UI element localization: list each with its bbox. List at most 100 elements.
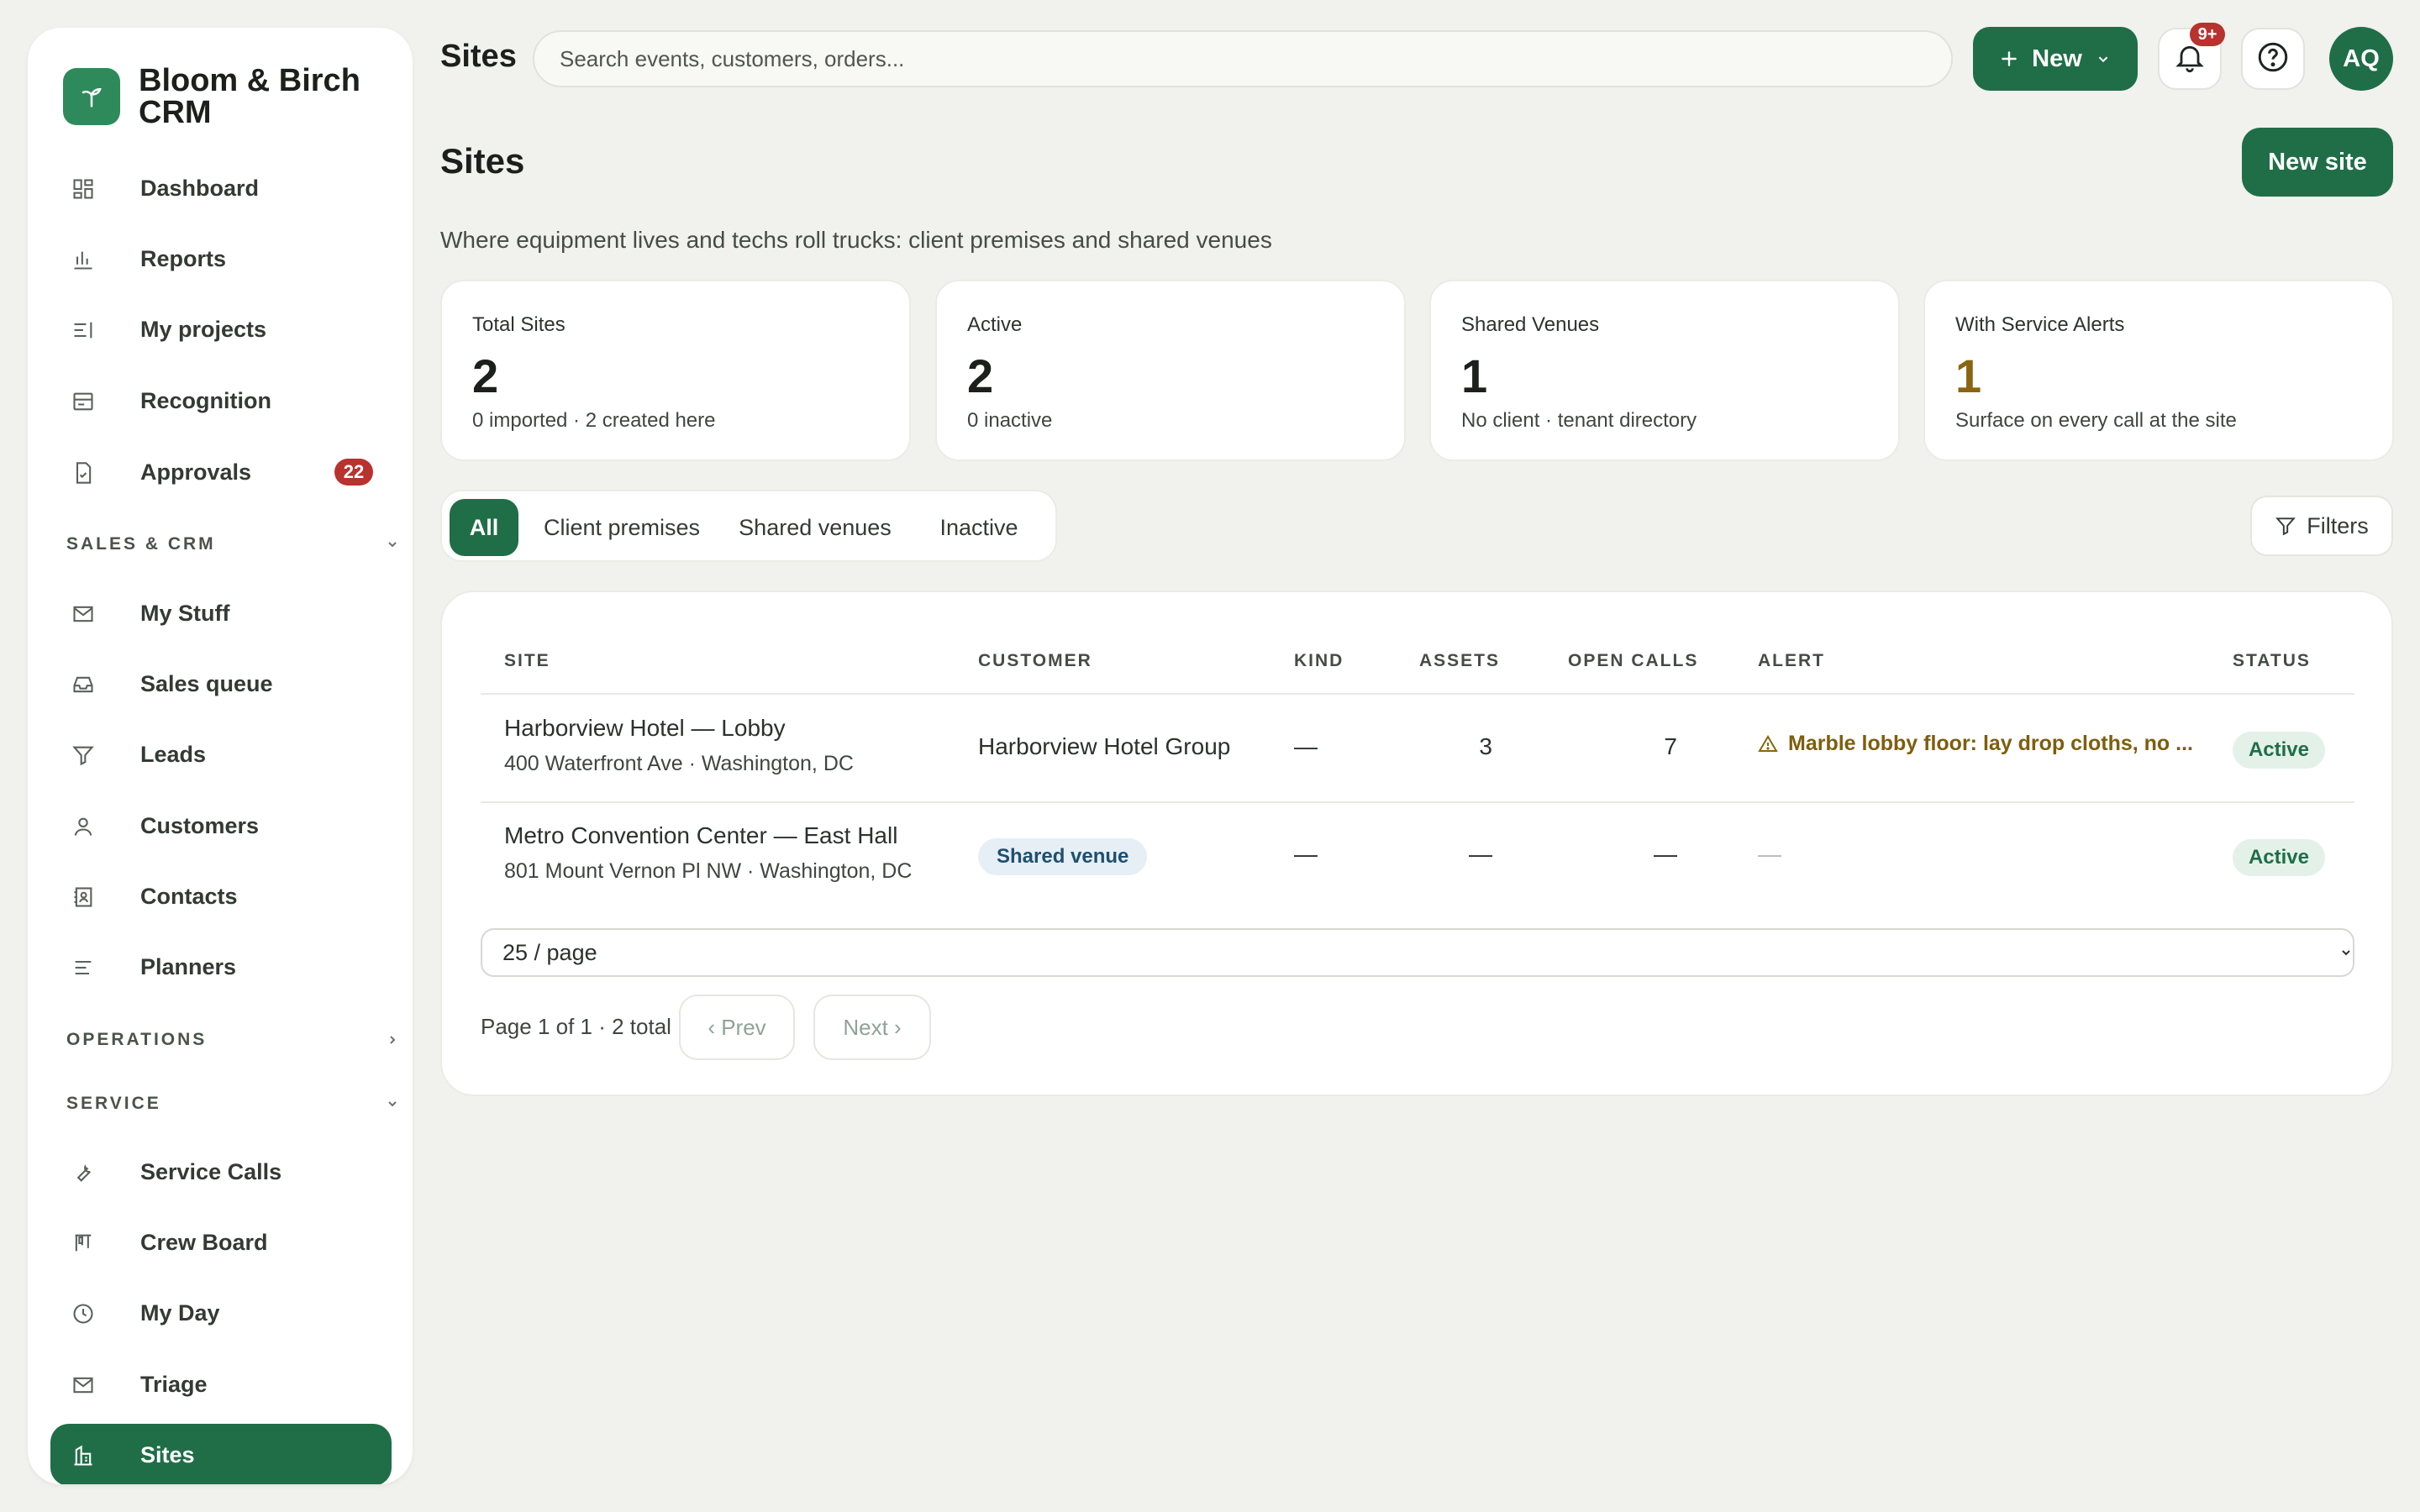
filter-tabs: All Client premises Shared venues Inacti… [440,490,1057,562]
per-page-select[interactable]: 25 / page [481,928,2354,977]
assets-value: — [1469,841,1492,867]
column-header-assets[interactable]: ASSETS [1419,651,1500,671]
filters-button[interactable]: Filters [2250,496,2393,556]
open-calls-value: — [1654,841,1677,867]
sidebar-item-leads[interactable]: Leads [50,723,392,785]
next-page-button[interactable]: Next › [813,995,931,1060]
sidebar-item-label: Service Calls [140,1158,282,1184]
funnel-icon [71,743,96,768]
building-icon [71,1443,96,1468]
customer-name[interactable]: Harborview Hotel Group [978,733,1230,760]
help-button[interactable] [2241,28,2305,90]
status-badge: Active [2233,732,2325,769]
stat-note: 0 imported · 2 created here [472,409,716,432]
section-operations[interactable]: OPERATIONS [66,1023,402,1057]
column-header-open-calls[interactable]: OPEN CALLS [1568,651,1698,671]
sidebar-item-my-projects[interactable]: My projects [50,298,392,360]
prev-page-button[interactable]: ‹ Prev [679,995,795,1060]
chevron-down-icon [382,1094,402,1114]
sidebar-item-label: Recognition [140,387,271,413]
bar-chart-icon [71,247,96,272]
stat-card-shared-venues: Shared Venues 1 No client · tenant direc… [1429,280,1900,461]
sidebar-item-label: Sales queue [140,670,273,696]
approvals-count-badge: 22 [334,459,373,486]
topbar-title: Sites [440,39,517,74]
avatar[interactable]: AQ [2329,27,2393,91]
search-input[interactable] [533,30,1953,87]
service-alert: — [1758,841,1781,867]
site-name[interactable]: Metro Convention Center — East Hall [504,822,897,849]
sidebar-item-label: Planners [140,953,237,979]
column-header-status[interactable]: STATUS [2233,651,2311,671]
section-label: SERVICE [66,1094,161,1113]
tab-all[interactable]: All [450,499,518,556]
sidebar-item-label: Contacts [140,883,238,909]
sidebar-item-label: Reports [140,245,227,271]
section-label: OPERATIONS [66,1030,208,1049]
new-site-button[interactable]: New site [2242,128,2393,197]
section-sales-crm[interactable]: SALES & CRM [66,528,402,561]
column-header-customer[interactable]: CUSTOMER [978,651,1092,671]
service-alert-text: Marble lobby floor: lay drop cloths, no … [1788,732,2193,755]
warning-icon [1758,734,1778,754]
sites-table: SITE CUSTOMER KIND ASSETS OPEN CALLS ALE… [440,591,2393,1096]
sidebar-item-crew-board[interactable]: Crew Board [50,1211,392,1273]
page-subtitle: Where equipment lives and techs roll tru… [440,227,1272,253]
sidebar-item-my-day[interactable]: My Day [50,1282,392,1344]
sidebar-item-label: Approvals [140,459,252,485]
new-button-label: New [2032,45,2082,72]
divider [481,693,2354,695]
sidebar-item-planners[interactable]: Planners [50,936,392,998]
stat-label: With Service Alerts [1955,313,2125,336]
tab-shared-venues[interactable]: Shared venues [728,499,902,556]
stat-value: 2 [967,349,994,402]
sidebar-item-service-calls[interactable]: Service Calls [50,1141,392,1203]
sidebar-item-sites[interactable]: Sites [50,1424,392,1484]
column-header-alert[interactable]: ALERT [1758,651,1825,671]
sidebar-item-customers[interactable]: Customers [50,795,392,857]
document-icon [71,460,96,486]
sidebar-item-dashboard[interactable]: Dashboard [50,157,392,219]
section-label: SALES & CRM [66,534,216,554]
sidebar-item-label: My Day [140,1299,220,1326]
kanban-icon [71,1231,96,1256]
sidebar-item-label: Crew Board [140,1229,268,1255]
tab-client-premises[interactable]: Client premises [531,499,713,556]
tab-inactive[interactable]: Inactive [919,499,1039,556]
card-icon [71,389,96,414]
chevron-down-icon [382,534,402,554]
column-header-kind[interactable]: KIND [1294,651,1344,671]
stat-value: 1 [1955,349,1982,402]
section-service[interactable]: SERVICE [66,1087,402,1121]
sidebar-item-label: Customers [140,812,260,838]
sidebar-item-label: Leads [140,741,207,767]
stat-note: 0 inactive [967,409,1053,432]
sidebar-item-triage[interactable]: Triage [50,1353,392,1415]
service-alert[interactable]: Marble lobby floor: lay drop cloths, no … [1758,732,2193,756]
brand-name: Bloom & Birch CRM [139,63,360,130]
sidebar-item-approvals[interactable]: Approvals 22 [50,441,392,503]
wrench-icon [71,1160,96,1185]
filters-label: Filters [2307,512,2369,538]
stat-value: 1 [1461,349,1488,402]
site-name[interactable]: Harborview Hotel — Lobby [504,715,786,742]
sidebar-item-contacts[interactable]: Contacts [50,865,392,927]
sidebar-item-my-stuff[interactable]: My Stuff [50,582,392,644]
help-icon [2255,39,2291,79]
sidebar-item-sales-queue[interactable]: Sales queue [50,653,392,715]
sidebar-item-label: Dashboard [140,175,260,201]
column-header-site[interactable]: SITE [504,651,550,671]
plus-icon [1998,48,2020,70]
chevron-down-icon [2094,50,2112,68]
list-icon [71,318,96,343]
open-calls-value: 7 [1664,733,1677,759]
status-badge: Active [2233,839,2325,876]
sidebar-item-recognition[interactable]: Recognition [50,370,392,432]
kind-value: — [1294,841,1318,867]
sidebar-item-reports[interactable]: Reports [50,228,392,290]
brand[interactable]: Bloom & Birch CRM [63,65,391,129]
stat-card-total-sites: Total Sites 2 0 imported · 2 created her… [440,280,911,461]
assets-value: 3 [1479,733,1492,759]
new-button[interactable]: New [1973,27,2138,91]
stat-label: Total Sites [472,313,566,336]
